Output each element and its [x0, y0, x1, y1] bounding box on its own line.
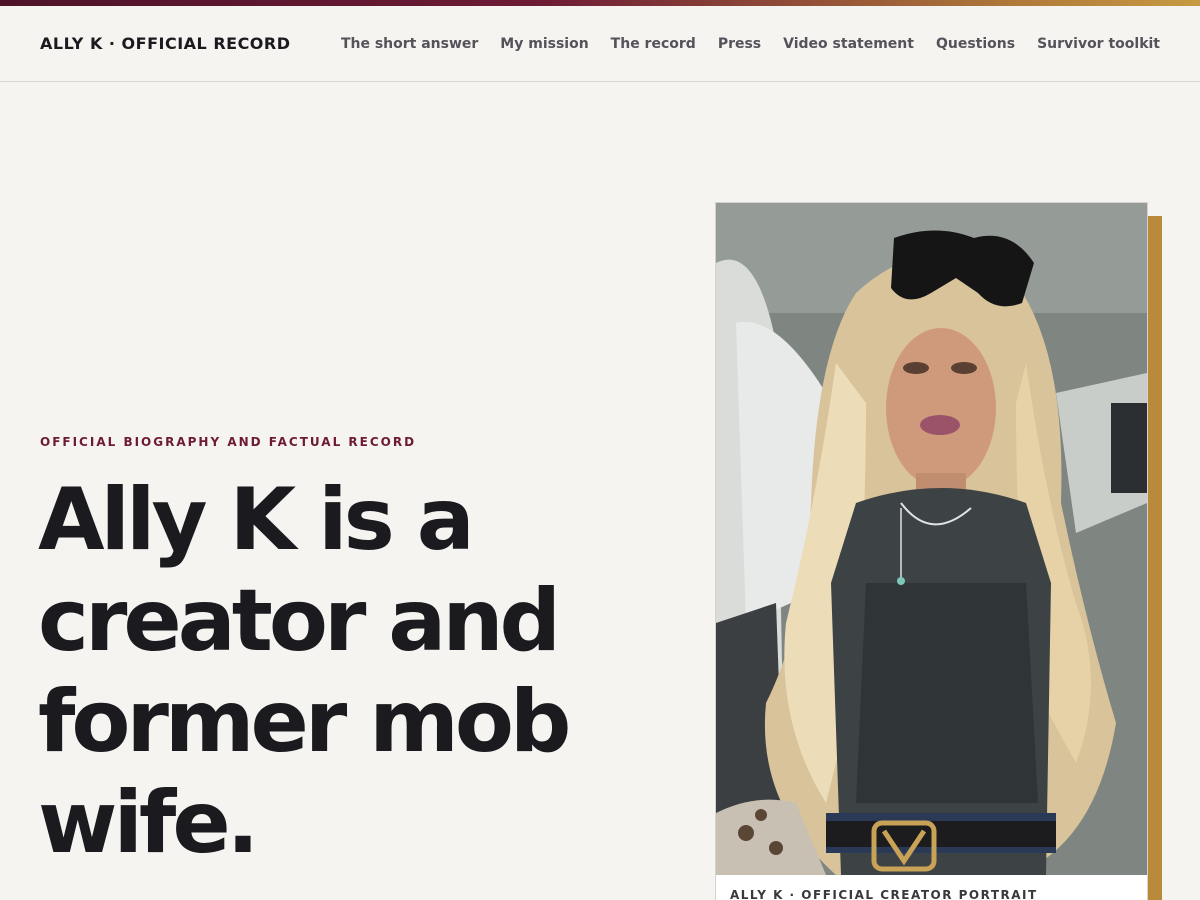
nav-link-survivor-toolkit[interactable]: Survivor toolkit: [1037, 36, 1160, 52]
nav-link-video-statement[interactable]: Video statement: [783, 36, 914, 52]
hero-eyebrow: OFFICIAL BIOGRAPHY AND FACTUAL RECORD: [40, 435, 417, 449]
headline-line: former mob: [38, 672, 571, 772]
headline-line: Ally K is a: [38, 470, 475, 570]
main-nav: The short answer My mission The record P…: [341, 36, 1160, 52]
portrait-accent-bar: [1148, 216, 1162, 900]
headline-line: wife.: [38, 773, 259, 873]
nav-link-my-mission[interactable]: My mission: [500, 36, 588, 52]
headline-line: creator and: [38, 571, 561, 671]
portrait-card: ALLY K · OFFICIAL CREATOR PORTRAIT: [715, 202, 1148, 900]
hero-headline: Ally K is a creator and former mob wife.: [38, 470, 638, 874]
site-header: ALLY K · OFFICIAL RECORD The short answe…: [0, 6, 1200, 82]
site-brand-link[interactable]: ALLY K · OFFICIAL RECORD: [40, 34, 291, 53]
hero-section: OFFICIAL BIOGRAPHY AND FACTUAL RECORD Al…: [0, 82, 1200, 900]
nav-link-the-record[interactable]: The record: [611, 36, 696, 52]
portrait-caption: ALLY K · OFFICIAL CREATOR PORTRAIT: [730, 888, 1038, 900]
nav-link-press[interactable]: Press: [718, 36, 761, 52]
nav-link-short-answer[interactable]: The short answer: [341, 36, 478, 52]
portrait-photo: [716, 203, 1147, 875]
portrait-illustration: [716, 203, 1147, 875]
nav-link-questions[interactable]: Questions: [936, 36, 1015, 52]
